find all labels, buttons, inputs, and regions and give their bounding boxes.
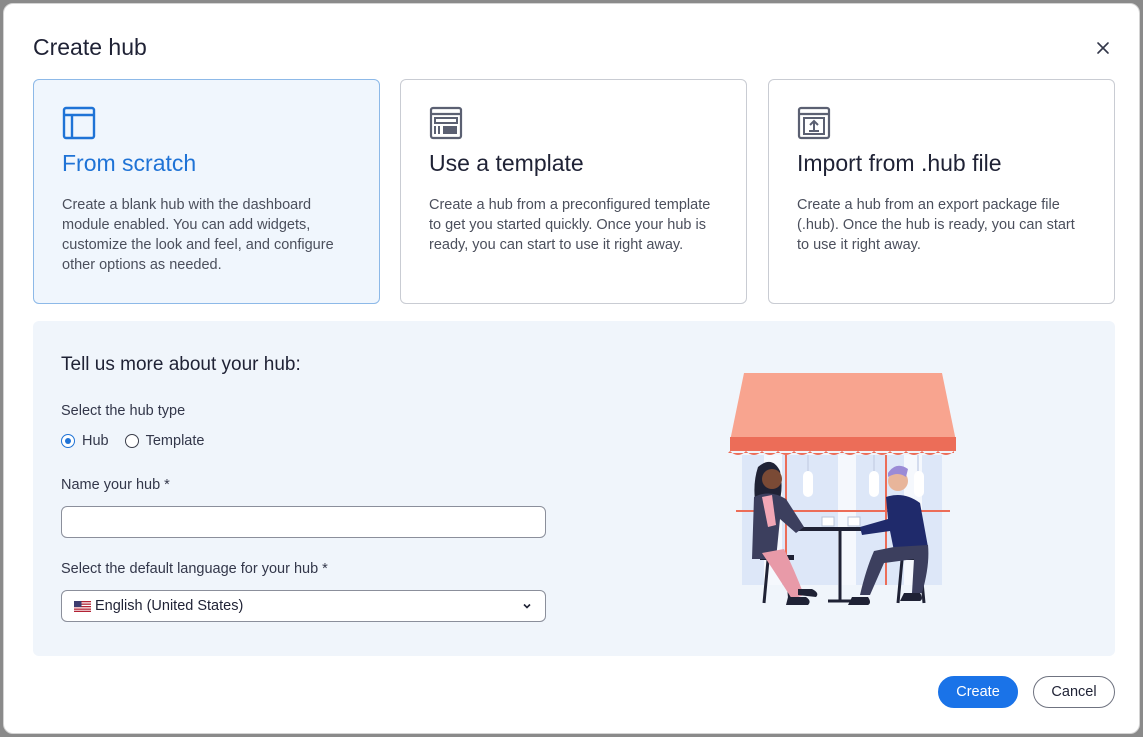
import-icon	[797, 106, 831, 140]
card-description: Create a hub from an export package file…	[797, 197, 1075, 253]
card-title: Use a template	[429, 150, 584, 176]
radio-button[interactable]	[124, 434, 139, 448]
hub-type-label: Select the hub type	[61, 403, 186, 419]
chevron-down-icon	[523, 603, 531, 609]
radio-label: Hub	[82, 433, 109, 449]
create-hub-dialog: Create hub From scratch Create a blank h…	[3, 3, 1140, 734]
language-selected-value: English (United States)	[95, 598, 244, 614]
language-select[interactable]: English (United States)	[61, 590, 546, 622]
radio-template[interactable]: Template	[124, 433, 205, 449]
card-use-template[interactable]: Use a template Create a hub from a preco…	[400, 79, 747, 304]
us-flag-icon	[74, 600, 91, 612]
close-button[interactable]	[1092, 37, 1114, 59]
radio-label: Template	[145, 433, 205, 449]
close-icon	[1097, 42, 1109, 54]
card-import-hub-file[interactable]: Import from .hub file Create a hub from …	[768, 79, 1115, 304]
card-title: Import from .hub file	[797, 150, 1002, 176]
hub-type-radio-group: Hub Template	[61, 433, 220, 449]
card-description: Create a blank hub with the dashboard mo…	[62, 197, 334, 273]
radio-button-checked[interactable]	[61, 434, 75, 448]
template-icon	[429, 106, 463, 140]
hub-name-input[interactable]	[61, 506, 546, 538]
create-button[interactable]: Create	[938, 676, 1018, 708]
cancel-button[interactable]: Cancel	[1033, 676, 1115, 708]
card-title: From scratch	[62, 150, 197, 176]
card-description: Create a hub from a preconfigured templa…	[429, 197, 711, 253]
form-heading: Tell us more about your hub:	[61, 354, 301, 375]
layout-icon	[62, 106, 96, 140]
hub-name-label: Name your hub *	[61, 477, 170, 493]
dialog-title: Create hub	[33, 34, 147, 60]
hub-details-panel: Tell us more about your hub: Select the …	[33, 321, 1115, 656]
radio-hub[interactable]: Hub	[61, 433, 109, 449]
card-from-scratch[interactable]: From scratch Create a blank hub with the…	[33, 79, 380, 304]
language-label: Select the default language for your hub…	[61, 561, 328, 577]
cafe-illustration-image	[728, 373, 956, 605]
